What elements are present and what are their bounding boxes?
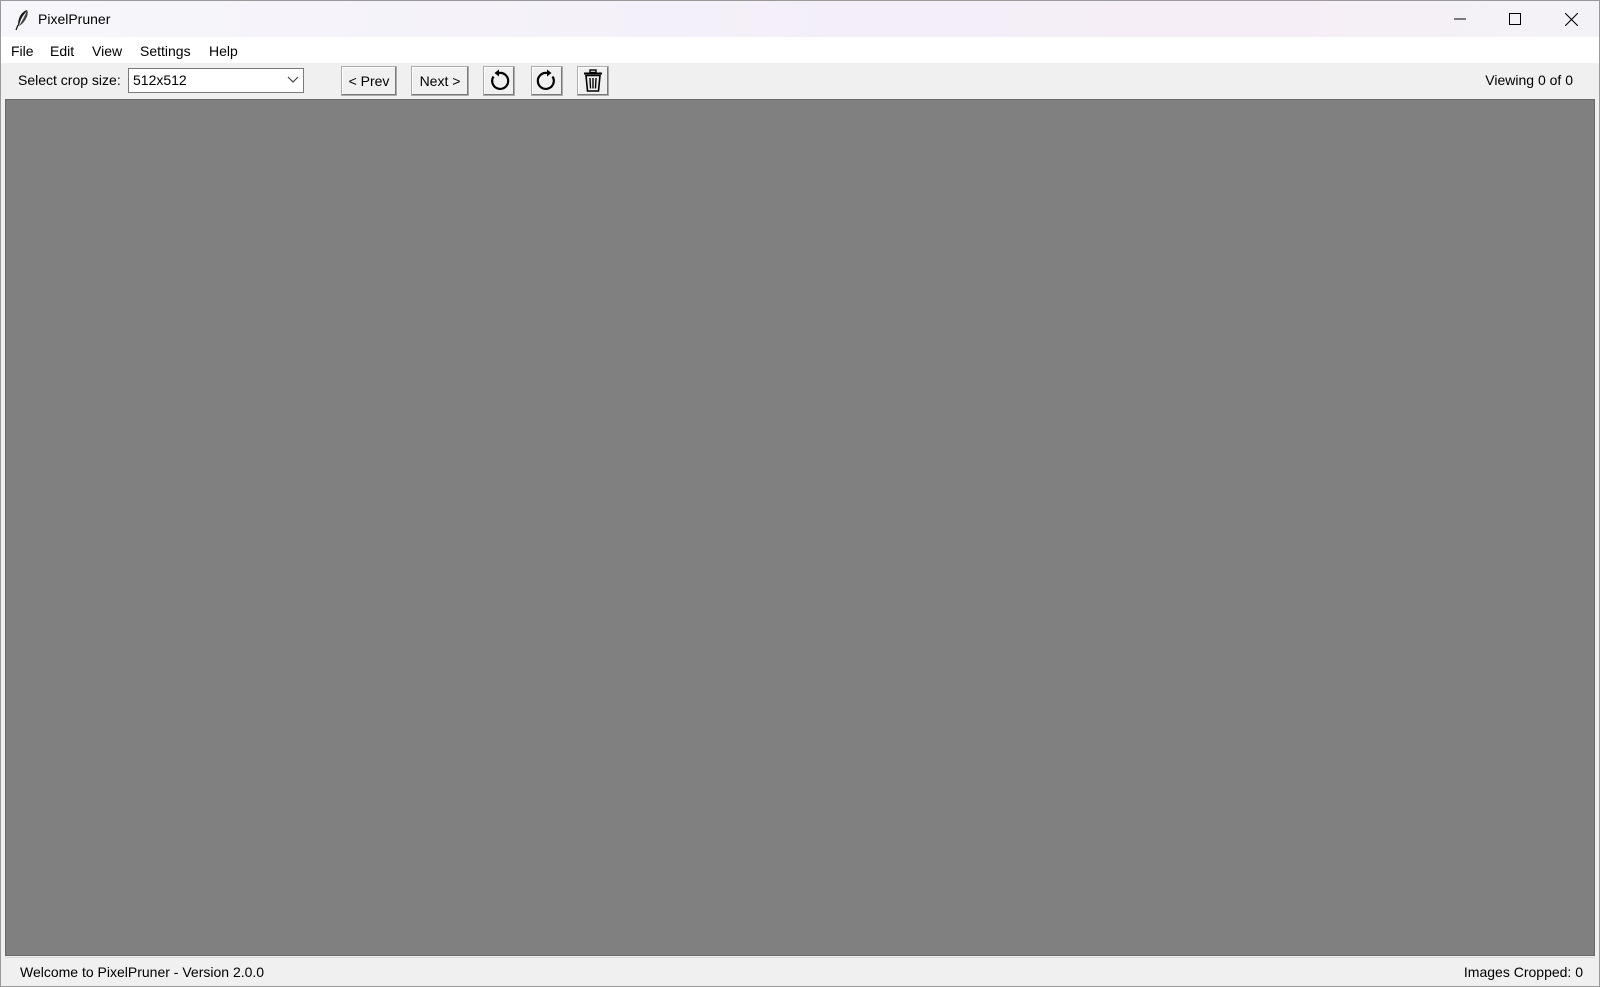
minimize-button[interactable] (1433, 1, 1487, 37)
menu-settings[interactable]: Settings (140, 43, 191, 59)
trash-icon (584, 69, 602, 92)
minimize-icon (1454, 18, 1466, 20)
crop-size-label: Select crop size: (18, 72, 121, 88)
prev-button-label: < Prev (348, 73, 390, 89)
toolbar: Select crop size: 512x512 < Prev Next > (1, 63, 1599, 99)
close-button[interactable] (1544, 1, 1598, 37)
close-icon (1564, 12, 1578, 26)
rotate-left-icon (491, 69, 510, 90)
status-welcome: Welcome to PixelPruner - Version 2.0.0 (20, 964, 265, 980)
rotate-right-icon (536, 69, 555, 90)
crop-size-select[interactable]: 512x512 (128, 68, 304, 93)
crop-size-value: 512x512 (133, 72, 187, 88)
menu-bar: File Edit View Settings Help (1, 37, 1599, 63)
maximize-icon (1509, 13, 1521, 25)
menu-file[interactable]: File (11, 43, 34, 59)
app-window: PixelPruner File Edit View Settings Help… (0, 0, 1600, 987)
menu-view[interactable]: View (92, 43, 122, 59)
maximize-button[interactable] (1488, 1, 1542, 37)
status-bar: Welcome to PixelPruner - Version 2.0.0 I… (5, 957, 1595, 985)
title-bar[interactable]: PixelPruner (1, 1, 1599, 37)
menu-edit[interactable]: Edit (50, 43, 74, 59)
feather-icon (15, 10, 28, 31)
status-images-cropped: Images Cropped: 0 (1463, 964, 1583, 980)
rotate-left-button[interactable] (483, 66, 515, 96)
next-button-label: Next > (419, 73, 461, 89)
menu-help[interactable]: Help (209, 43, 238, 59)
next-button[interactable]: Next > (411, 66, 469, 96)
chevron-down-icon (287, 76, 299, 83)
delete-button[interactable] (577, 66, 609, 96)
image-canvas[interactable] (5, 99, 1595, 956)
window-title: PixelPruner (38, 11, 111, 27)
rotate-right-button[interactable] (531, 66, 563, 96)
prev-button[interactable]: < Prev (341, 66, 397, 96)
viewing-counter: Viewing 0 of 0 (1485, 72, 1573, 88)
